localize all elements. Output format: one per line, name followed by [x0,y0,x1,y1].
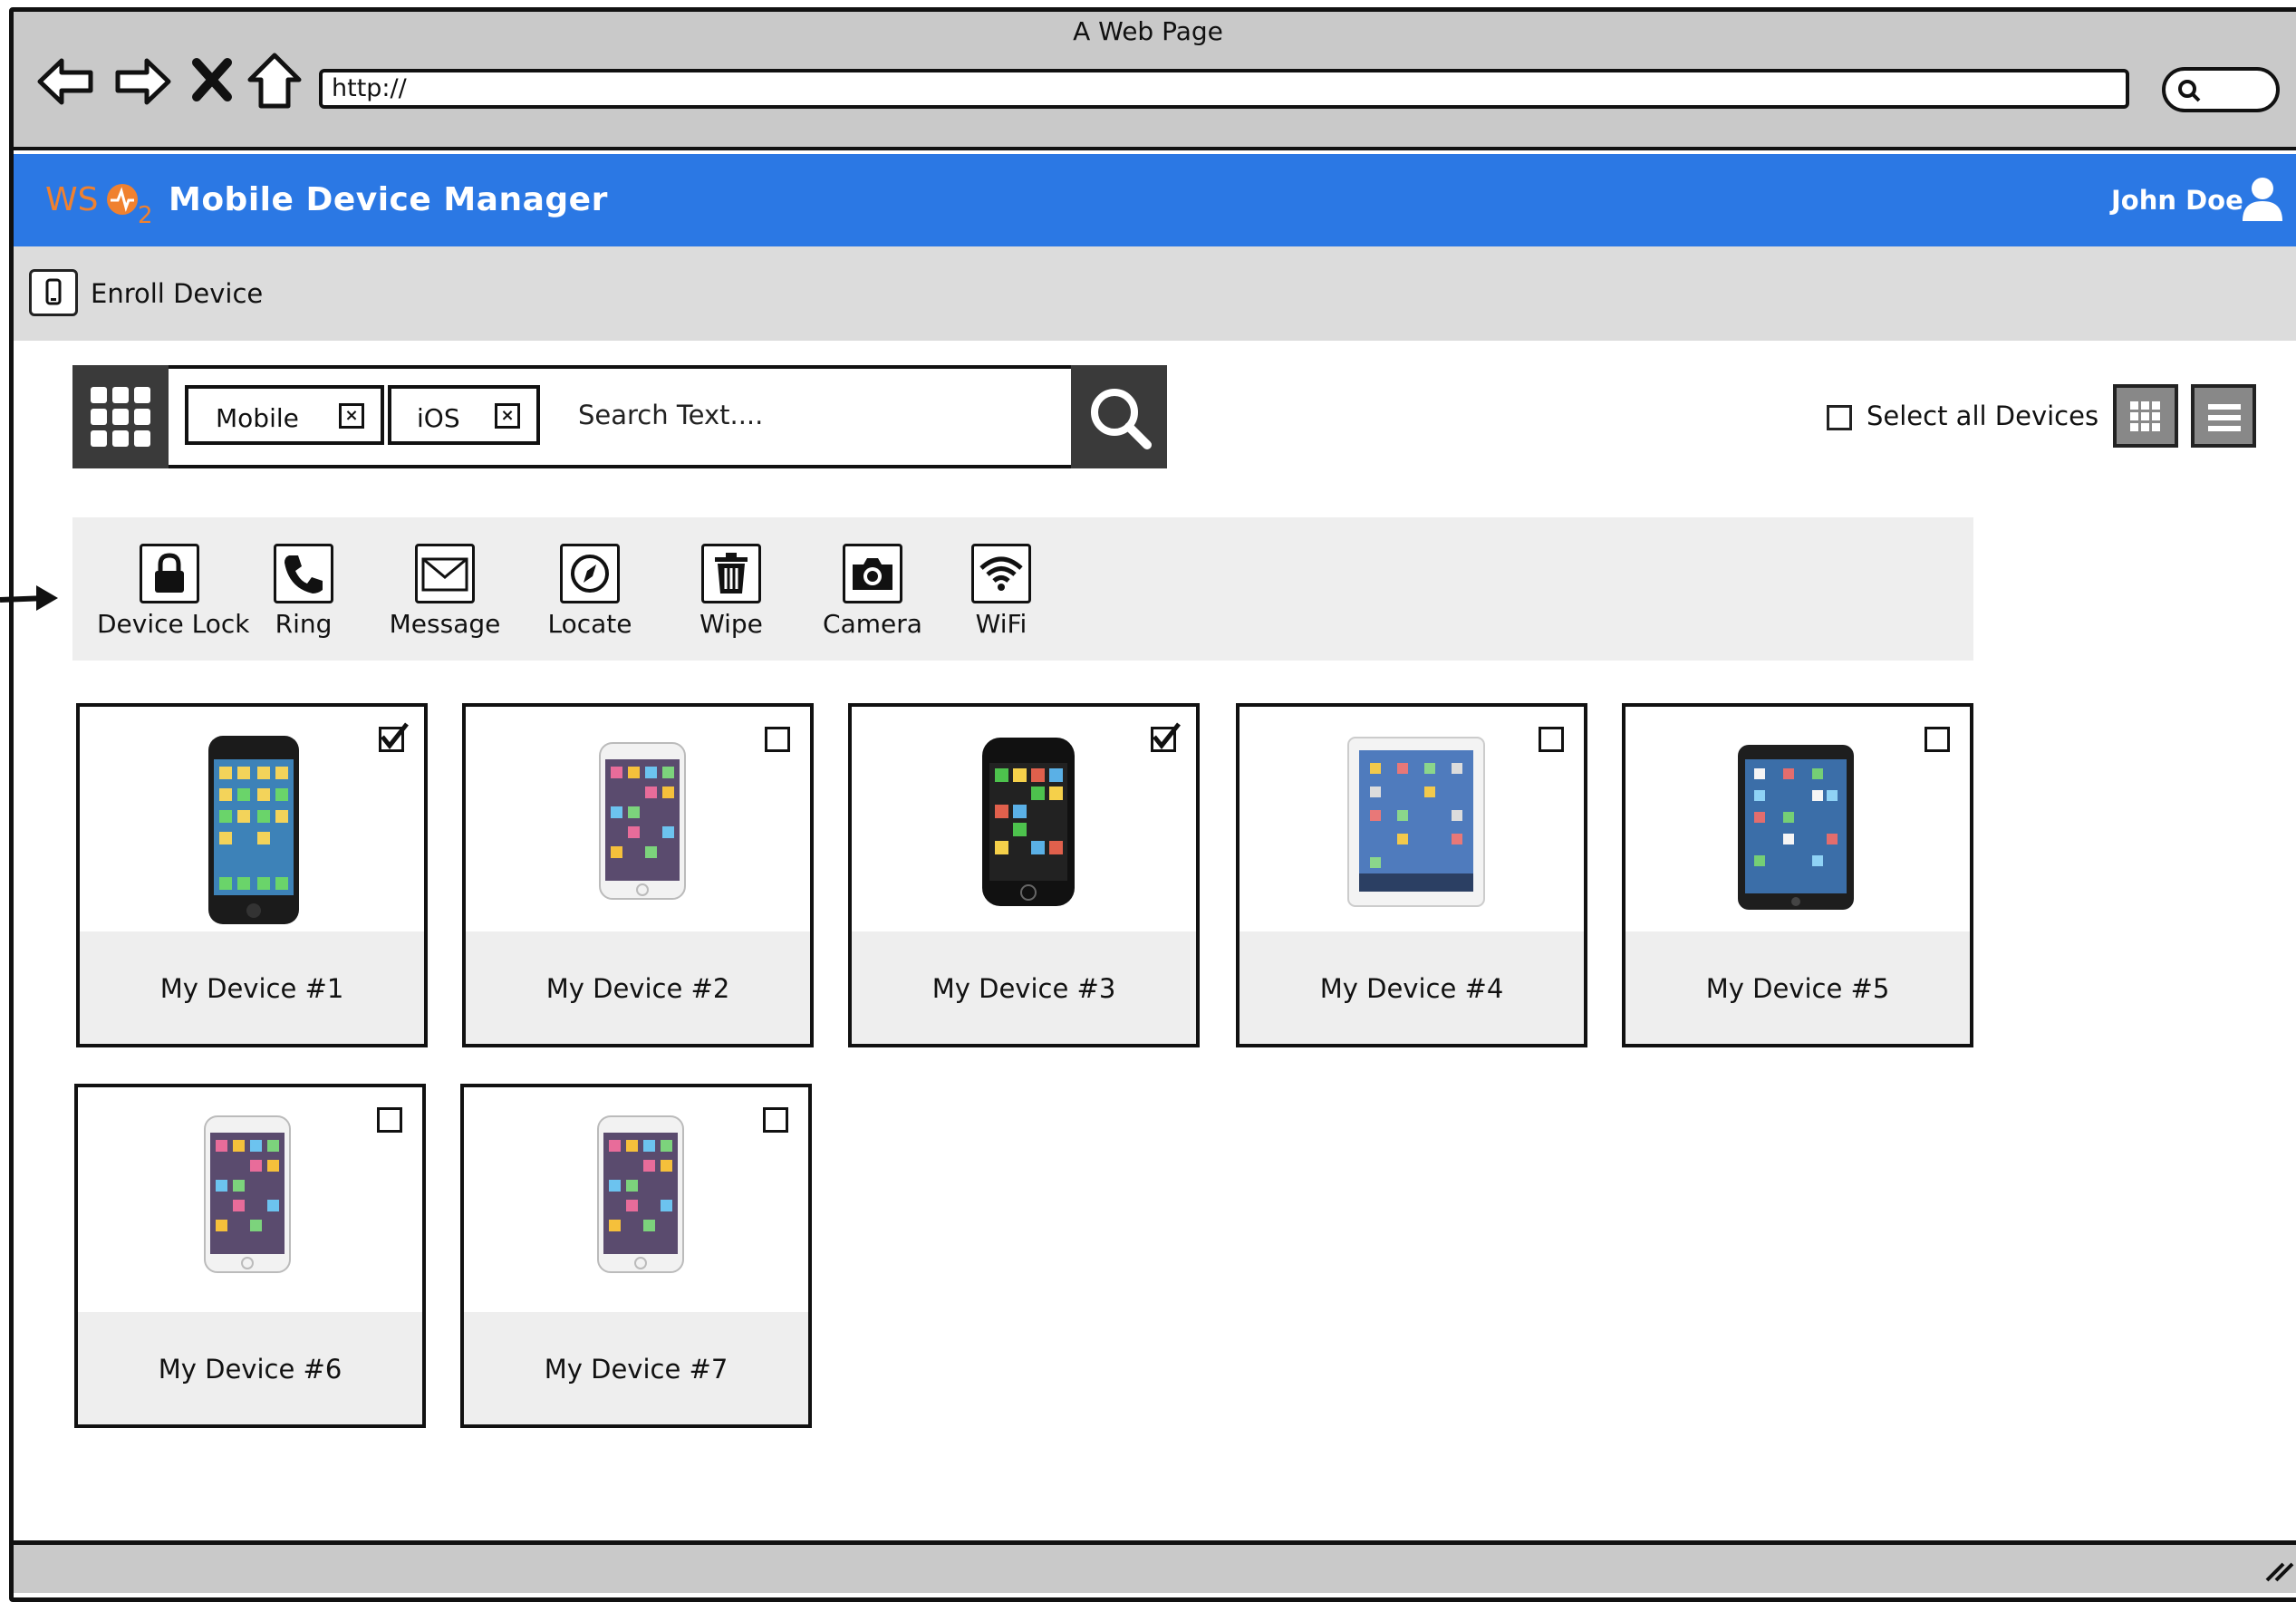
list-view-icon [2208,404,2241,431]
close-icon[interactable] [186,50,249,113]
envelope-icon [415,544,475,603]
grid-icon [91,387,150,447]
device-checkbox[interactable] [765,727,790,752]
filter-chip-mobile[interactable]: Mobile × [185,385,384,445]
app-title: Mobile Device Manager [169,181,608,218]
forward-arrow-icon[interactable] [111,50,174,113]
iphone-old-image [980,736,1076,912]
phone-icon [274,544,333,603]
device-card[interactable]: My Device #5 [1622,703,1973,1047]
device-checkbox[interactable] [379,722,409,752]
device-card[interactable]: My Device #2 [462,703,814,1047]
device-name: My Device #7 [544,1354,728,1385]
device-name: My Device #2 [545,973,730,1004]
grid-view-icon [2130,401,2160,431]
device-name: My Device #4 [1319,973,1504,1004]
sub-navigation [13,246,2296,341]
device-name: My Device #6 [158,1354,342,1385]
device-card[interactable]: My Device #6 [74,1084,426,1428]
action-label: Wipe [699,609,763,639]
browser-status-bar [13,1540,2296,1593]
chip-label: Mobile [216,403,299,433]
device-card[interactable]: My Device #7 [460,1084,812,1428]
device-card[interactable]: My Device #4 [1236,703,1587,1047]
browser-search-field[interactable] [2162,67,2280,112]
mobile-phone-icon[interactable] [29,269,78,316]
action-label: Locate [547,609,632,639]
svg-text:WS: WS [45,181,98,218]
action-label: Device Lock [97,609,250,639]
enroll-device-link[interactable]: Enroll Device [91,278,263,309]
wipe-action[interactable]: Wipe [659,544,804,648]
action-label: Ring [275,609,333,639]
back-arrow-icon[interactable] [34,50,98,113]
resize-grip-icon[interactable] [2263,1555,2296,1582]
wso2-logo: WS 2 [45,178,159,229]
message-action[interactable]: Message [372,544,517,648]
filter-chip-ios[interactable]: iOS × [388,385,540,445]
device-checkbox[interactable] [377,1107,402,1133]
search-input[interactable]: Search Text.... [578,400,763,430]
grid-view-button[interactable] [2113,384,2178,448]
compass-icon [560,544,620,603]
checkmark-icon [381,722,409,750]
magnifier-icon [2178,80,2201,102]
chip-remove-icon[interactable]: × [495,403,520,429]
action-label: Camera [823,609,922,639]
checkmark-icon [1153,722,1181,750]
select-all-checkbox[interactable] [1827,405,1852,430]
device-name: My Device #3 [931,973,1116,1004]
device-name: My Device #1 [159,973,344,1004]
device-card[interactable]: My Device #3 [848,703,1200,1047]
window-title: A Web Page [1073,16,1223,46]
select-all-label: Select all Devices [1867,400,2099,431]
wifi-icon [971,544,1031,603]
ring-action[interactable]: Ring [231,544,376,648]
home-icon[interactable] [243,50,306,113]
device-card[interactable]: My Device #1 [76,703,428,1047]
ipad-mini-image [1736,743,1856,915]
device-checkbox[interactable] [1925,727,1950,752]
device-checkbox[interactable] [1539,727,1564,752]
iphone-white-image [596,1115,685,1278]
device-checkbox[interactable] [763,1107,788,1133]
wifi-action[interactable]: WiFi [929,544,1074,648]
ipad-white-image [1346,736,1486,912]
svg-text:2: 2 [138,202,153,227]
iphone-white-image [203,1115,292,1278]
device-lock-action[interactable]: Device Lock [97,544,250,648]
chip-remove-icon[interactable]: × [339,403,364,429]
locate-action[interactable]: Locate [517,544,662,648]
camera-action[interactable]: Camera [800,544,945,648]
chip-label: iOS [417,403,460,433]
device-checkbox[interactable] [1151,722,1181,752]
search-icon [1091,389,1152,449]
camera-icon [843,544,902,603]
iphone-white-image [598,741,687,904]
lock-icon [140,544,199,603]
trash-icon [701,544,761,603]
list-view-button[interactable] [2191,384,2256,448]
url-input[interactable]: http:// [319,69,2129,109]
category-grid-button[interactable] [72,365,169,468]
arrow-icon [0,580,63,616]
search-button[interactable] [1071,365,1167,468]
device-name: My Device #5 [1705,973,1890,1004]
user-icon[interactable] [2241,176,2284,223]
iphone-black-image [207,734,301,930]
action-label: WiFi [975,609,1027,639]
user-name[interactable]: John Doe [2111,185,2243,216]
action-label: Message [389,609,501,639]
